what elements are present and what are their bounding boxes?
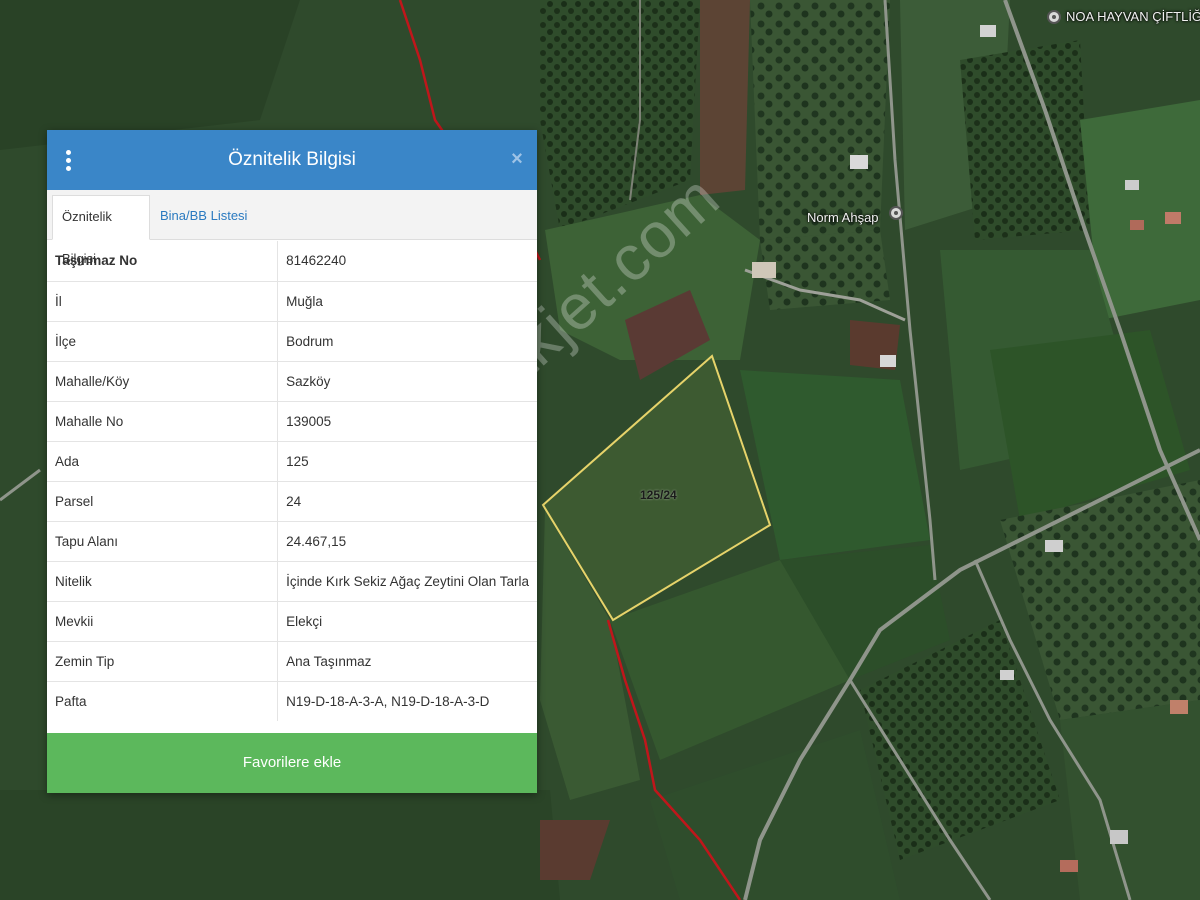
row-value: Sazköy <box>277 360 537 401</box>
table-row: İl Muğla <box>47 280 537 321</box>
attribute-table: Taşınmaz No 81462240 İl Muğla İlçe Bodrum M… <box>47 241 537 721</box>
row-value: 125 <box>277 440 537 481</box>
add-favorite-button[interactable]: Favorilere ekle <box>47 733 537 793</box>
row-key: Parsel <box>47 480 279 521</box>
parcel-label: 125/24 <box>640 488 677 502</box>
panel-header: Öznitelik Bilgisi × <box>47 130 537 190</box>
table-row: Taşınmaz No 81462240 <box>47 241 537 281</box>
table-row: Ada 125 <box>47 440 537 481</box>
row-value: Ana Taşınmaz <box>277 640 537 681</box>
row-key: Zemin Tip <box>47 640 279 681</box>
panel-title: Öznitelik Bilgisi <box>228 149 356 170</box>
map-pin-icon[interactable] <box>1047 10 1061 24</box>
table-row: Parsel 24 <box>47 480 537 521</box>
tab-building-list[interactable]: Bina/BB Listesi <box>151 195 256 240</box>
row-key: İlçe <box>47 320 279 361</box>
map-pin-icon[interactable] <box>889 206 903 220</box>
row-value: İçinde Kırk Sekiz Ağaç Zeytini Olan Tarl… <box>277 560 537 601</box>
table-row: İlçe Bodrum <box>47 320 537 361</box>
row-key: Mahalle No <box>47 400 279 441</box>
table-row: Mevkii Elekçi <box>47 600 537 641</box>
row-key: Mevkii <box>47 600 279 641</box>
row-value: 24.467,15 <box>277 520 537 561</box>
row-key: Ada <box>47 440 279 481</box>
place-label-noa: NOA HAYVAN ÇİFTLİĞİ <box>1066 9 1200 24</box>
row-value: 24 <box>277 480 537 521</box>
close-icon[interactable]: × <box>509 148 525 170</box>
row-key: Pafta <box>47 680 279 721</box>
row-value: N19-D-18-A-3-A, N19-D-18-A-3-D <box>277 680 537 721</box>
place-label-norm-ahsap: Norm Ahşap <box>807 210 879 225</box>
row-key: Tapu Alanı <box>47 520 279 561</box>
row-value: 139005 <box>277 400 537 441</box>
row-key: İl <box>47 280 279 321</box>
table-row: Zemin Tip Ana Taşınmaz <box>47 640 537 681</box>
tab-bar: Öznitelik Bilgisi Bina/BB Listesi <box>47 190 537 266</box>
vertical-menu-icon[interactable] <box>65 150 73 172</box>
row-key: Nitelik <box>47 560 279 601</box>
row-value: Elekçi <box>277 600 537 641</box>
table-row: Mahalle/Köy Sazköy <box>47 360 537 401</box>
row-value: 81462240 <box>286 253 347 269</box>
table-row: Nitelik İçinde Kırk Sekiz Ağaç Zeytini Ol… <box>47 560 537 601</box>
tab-attribute-info[interactable]: Öznitelik Bilgisi <box>52 195 150 266</box>
row-value: Bodrum <box>277 320 537 361</box>
row-value: Muğla <box>277 280 537 321</box>
row-key: Taşınmaz No <box>47 241 279 281</box>
table-row: Pafta N19-D-18-A-3-A, N19-D-18-A-3-D <box>47 680 537 721</box>
row-key: Mahalle/Köy <box>47 360 279 401</box>
attribute-info-panel: Öznitelik Bilgisi × Öznitelik Bilgisi Bi… <box>47 130 537 793</box>
table-row: Mahalle No 139005 <box>47 400 537 441</box>
table-row: Tapu Alanı 24.467,15 <box>47 520 537 561</box>
